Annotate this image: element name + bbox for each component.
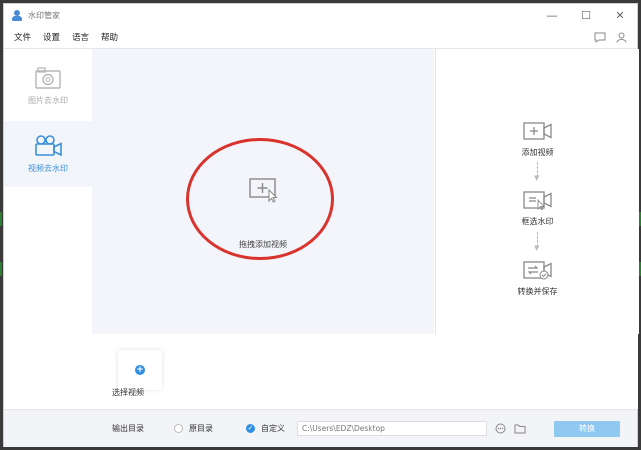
- select-video-button[interactable]: +: [118, 350, 162, 390]
- annotation-circle: [186, 138, 334, 260]
- step-convert-save: 转换并保存: [436, 260, 639, 297]
- radio-original-label: 原目录: [189, 424, 213, 433]
- minimize-button[interactable]: —: [535, 4, 569, 26]
- output-path-field[interactable]: [297, 421, 487, 436]
- chat-icon[interactable]: [594, 32, 606, 43]
- steps-panel: 添加视频 ▼ 框选水印 ▼ 转换并保存: [435, 49, 639, 334]
- radio-custom-dir[interactable]: ✓: [246, 424, 255, 433]
- output-dir-label: 输出目录: [112, 424, 144, 433]
- sidebar: 图片去水印 视频去水印: [4, 49, 93, 335]
- window-edge-left-2: [0, 262, 2, 276]
- sidebar-item-video-watermark[interactable]: 视频去水印: [4, 121, 92, 187]
- add-video-icon: [522, 122, 552, 140]
- menu-file[interactable]: 文件: [14, 31, 31, 43]
- step-select-watermark: 框选水印: [436, 190, 639, 227]
- menu-settings[interactable]: 设置: [43, 31, 60, 43]
- convert-button[interactable]: 转换: [554, 420, 620, 437]
- step-arrow-icon: ▼: [534, 174, 540, 182]
- app-logo-icon: [12, 9, 22, 21]
- output-bar: 输出目录 原目录 ✓ 自定义 转换: [4, 409, 637, 447]
- step-arrow-icon: ▼: [534, 244, 540, 252]
- app-window: 水印管家 — ☐ ✕ 文件 设置 语言 帮助 图片去水印 视频去水印 拖拽添加视…: [3, 3, 639, 447]
- radio-original-dir[interactable]: [174, 424, 183, 433]
- camera-icon: [35, 66, 61, 89]
- close-button[interactable]: ✕: [603, 4, 637, 26]
- window-edge-left: [0, 212, 2, 226]
- maximize-button[interactable]: ☐: [569, 4, 603, 26]
- radio-custom-label: 自定义: [261, 424, 285, 433]
- title-bar[interactable]: 水印管家 — ☐ ✕: [4, 4, 637, 26]
- more-options-button[interactable]: [495, 423, 506, 434]
- convert-save-icon: [522, 261, 552, 280]
- step-label: 转换并保存: [517, 287, 558, 296]
- open-folder-button[interactable]: [514, 424, 526, 434]
- step-label: 框选水印: [521, 217, 554, 226]
- sidebar-item-image-watermark[interactable]: 图片去水印: [4, 53, 92, 119]
- sidebar-item-label: 图片去水印: [28, 95, 68, 105]
- window-title: 水印管家: [28, 10, 60, 20]
- select-watermark-icon: [522, 191, 552, 210]
- folder-icon: [514, 424, 526, 433]
- menu-bar: 文件 设置 语言 帮助: [4, 26, 637, 49]
- step-label: 添加视频: [521, 148, 554, 157]
- sidebar-item-label: 视频去水印: [28, 163, 68, 173]
- menu-language[interactable]: 语言: [72, 31, 89, 43]
- step-add-video: 添加视频: [436, 121, 639, 158]
- select-video-label: 选择视频: [112, 388, 144, 397]
- more-icon: [495, 423, 506, 434]
- file-area: + 选择视频: [92, 334, 638, 409]
- user-icon[interactable]: [616, 32, 627, 43]
- video-camera-icon: [35, 134, 62, 156]
- add-circle-icon: +: [135, 365, 145, 375]
- menu-help[interactable]: 帮助: [101, 31, 118, 43]
